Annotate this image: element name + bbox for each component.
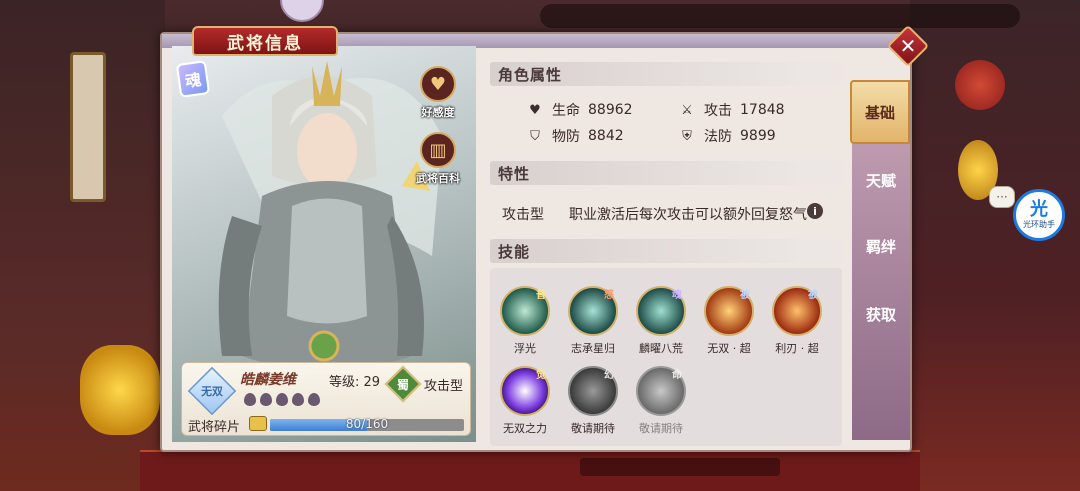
favor-button[interactable]: ♥ 好感度 xyxy=(411,66,465,126)
fragment-icon[interactable] xyxy=(249,416,267,431)
skill-tag: 被 xyxy=(808,289,818,301)
skill-locked-huan[interactable]: 幻 敬请期待 xyxy=(561,366,625,436)
skill-locked-ming[interactable]: 命 敬请期待 xyxy=(629,366,693,436)
stat-mdef-value: 9899 xyxy=(740,128,776,144)
awakening-drops xyxy=(244,393,320,406)
skill-tag: 普 xyxy=(536,289,546,301)
quality-badge-text: 无双 xyxy=(201,385,223,399)
wiki-label: 武将百科 xyxy=(416,172,460,185)
skill-tag: 魂 xyxy=(672,289,682,301)
assistant-button[interactable]: 光 光环助手 xyxy=(1013,189,1065,241)
faction-text: 蜀 xyxy=(396,377,409,392)
hero-level: 等级: 29 xyxy=(329,375,381,390)
skill-name: 敬请期待 xyxy=(571,422,615,435)
drop-icon xyxy=(308,393,320,406)
heart-icon: ♥ xyxy=(420,66,456,102)
hero-summary-card: 无双 皓麟姜维 等级: 29 蜀 攻击型 武将碎片 80/160 xyxy=(181,362,471,436)
gold-ingot-decoration xyxy=(80,345,160,435)
skill-name: 志承星归 xyxy=(571,342,615,355)
skill-icon: 命 xyxy=(636,366,686,416)
book-icon: ▥ xyxy=(420,132,456,168)
favor-label: 好感度 xyxy=(421,106,455,119)
attributes-header: 角色属性 xyxy=(490,62,842,86)
stat-attack-value: 17848 xyxy=(740,102,785,118)
skill-tag: 觉 xyxy=(536,369,546,381)
skill-zhicheng[interactable]: 怒 志承星归 xyxy=(561,286,625,356)
magic-shield-icon: ⛨ xyxy=(682,128,692,144)
chat-icon[interactable]: ··· xyxy=(989,186,1015,208)
bottom-bar xyxy=(140,450,920,491)
side-tab-bar: 基础 天赋 羁绊 获取 xyxy=(850,80,910,440)
stat-mdef-label: 法防 xyxy=(704,129,732,145)
shield-icon: ⛉ xyxy=(530,128,540,144)
skill-liren-chao[interactable]: 被 利刃 · 超 xyxy=(765,286,829,356)
skill-name: 利刃 · 超 xyxy=(775,342,819,355)
skill-icon: 怒 xyxy=(568,286,618,336)
skill-name: 浮光 xyxy=(514,342,536,355)
skill-tag: 幻 xyxy=(604,369,614,381)
fragments-label: 武将碎片 xyxy=(188,420,241,435)
skill-tag: 怒 xyxy=(604,289,614,301)
stat-hp-value: 88962 xyxy=(588,102,633,118)
soul-badge: 魂 xyxy=(175,60,211,98)
hero-type: 攻击型 xyxy=(424,379,464,394)
tab-obtain[interactable]: 获取 xyxy=(852,282,910,346)
sword-icon: ⚔ xyxy=(681,102,693,118)
faction-badge: 蜀 xyxy=(384,365,422,403)
drop-icon xyxy=(244,393,256,406)
skill-icon: 魂 xyxy=(636,286,686,336)
trait-header: 特性 xyxy=(490,161,842,185)
info-icon[interactable]: i xyxy=(807,203,823,219)
tab-basic[interactable]: 基础 xyxy=(850,80,910,144)
stat-pdef-label: 物防 xyxy=(552,129,580,145)
drop-icon xyxy=(276,393,288,406)
stat-attack: ⚔ 攻击 17848 xyxy=(680,100,785,120)
hero-details: 角色属性 ♥ 生命 88962 ⚔ 攻击 17848 ⛉ 物防 8842 ⛨ 法… xyxy=(480,46,852,446)
skill-fuguang[interactable]: 普 浮光 xyxy=(493,286,557,356)
skill-tag: 被 xyxy=(740,289,750,301)
stat-pdef-value: 8842 xyxy=(588,128,624,144)
lantern-decoration xyxy=(955,60,1005,110)
stat-mdef: ⛨ 法防 9899 xyxy=(680,126,776,146)
skill-tag: 命 xyxy=(672,369,682,381)
skill-icon: 觉 xyxy=(500,366,550,416)
drop-icon xyxy=(292,393,304,406)
skills-panel: 普 浮光 怒 志承星归 魂 麟曜八荒 被 无双 · 超 被 利刃 · 超 觉 无… xyxy=(490,268,842,446)
skill-name: 无双之力 xyxy=(503,422,547,435)
skill-wushuang-chao[interactable]: 被 无双 · 超 xyxy=(697,286,761,356)
quality-badge: 无双 xyxy=(187,366,237,416)
stat-hp-label: 生命 xyxy=(552,103,580,119)
skill-name: 无双 · 超 xyxy=(707,342,751,355)
resource-bar xyxy=(540,4,1020,28)
skill-linyao[interactable]: 魂 麟曜八荒 xyxy=(629,286,693,356)
skill-icon: 幻 xyxy=(568,366,618,416)
bottom-notice xyxy=(580,458,780,476)
tab-bond[interactable]: 羁绊 xyxy=(852,214,910,278)
trait-type: 攻击型 xyxy=(502,207,544,223)
skill-name: 敬请期待 xyxy=(639,422,683,435)
stat-attack-label: 攻击 xyxy=(704,103,732,119)
trait-description: 职业激活后每次攻击可以额外回复怒气 xyxy=(569,207,807,223)
assistant-glyph: 光 xyxy=(1030,198,1048,220)
skill-icon: 被 xyxy=(704,286,754,336)
assistant-label: 光环助手 xyxy=(1023,219,1055,229)
tab-talent[interactable]: 天赋 xyxy=(852,148,910,212)
skill-icon: 被 xyxy=(772,286,822,336)
stat-pdef: ⛉ 物防 8842 xyxy=(528,126,624,146)
close-icon: ✕ xyxy=(899,34,917,58)
fragments-count: 80/160 xyxy=(345,417,389,431)
heart-icon: ♥ xyxy=(529,102,541,118)
skill-icon: 普 xyxy=(500,286,550,336)
skills-header: 技能 xyxy=(490,239,842,263)
stat-hp: ♥ 生命 88962 xyxy=(528,100,633,120)
window-title: 武将信息 xyxy=(192,26,338,56)
skill-name: 麟曜八荒 xyxy=(639,342,683,355)
skill-wushuang-power[interactable]: 觉 无双之力 xyxy=(493,366,557,436)
hero-wiki-button[interactable]: ▥ 武将百科 xyxy=(411,132,465,192)
background-banner xyxy=(70,52,106,202)
drop-icon xyxy=(260,393,272,406)
hero-name: 皓麟姜维 xyxy=(240,372,296,388)
